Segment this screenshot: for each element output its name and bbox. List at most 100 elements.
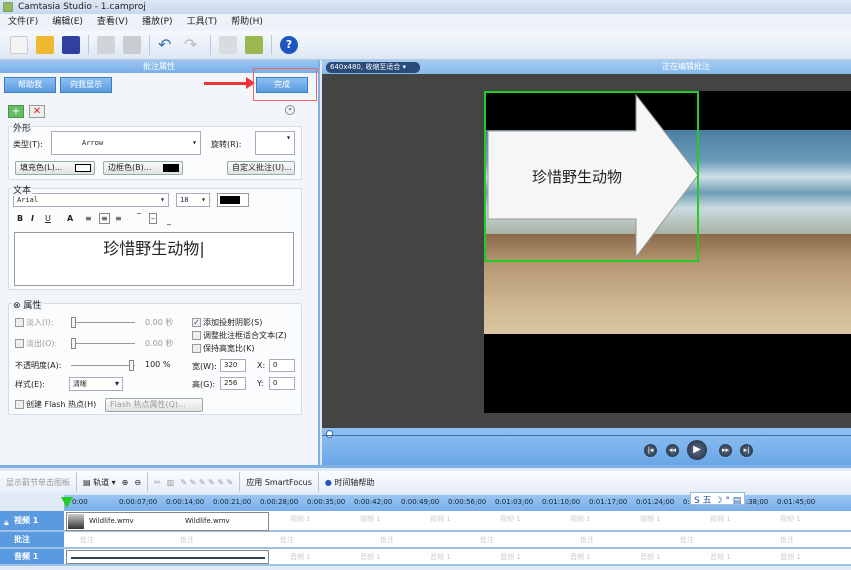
open-folder-icon[interactable] <box>36 36 54 54</box>
font-size-select[interactable]: 18 <box>176 193 210 207</box>
font-select[interactable]: Arial <box>13 193 169 207</box>
collapse-icon[interactable]: » <box>285 105 295 115</box>
custom-callout-button[interactable]: 自定义批注(U)... <box>227 161 295 175</box>
menu-tools[interactable]: 工具(T) <box>187 14 218 31</box>
save-disabled-icon[interactable] <box>123 36 141 54</box>
fade-in-checkbox[interactable] <box>15 318 24 327</box>
clip-name: Wildlife.wmv <box>185 517 230 525</box>
type-select[interactable]: Arrow <box>51 131 201 155</box>
skip-end-icon[interactable]: ▸| <box>740 444 753 457</box>
track-name[interactable]: 音频 1 <box>0 549 64 564</box>
x-input[interactable]: 0 <box>269 359 295 372</box>
audio-clip[interactable] <box>66 550 269 564</box>
zoom-in-icon[interactable]: ⊕ <box>122 478 129 487</box>
align-left-icon[interactable]: ≡ <box>85 214 92 223</box>
help-me-button[interactable]: 帮助我 <box>4 77 56 93</box>
fill-label: 填充色(L)... <box>20 163 63 172</box>
bold-button[interactable]: B <box>17 214 23 223</box>
track-placeholder: 批注 <box>480 536 494 544</box>
properties-label: ⊗ 属性 <box>12 298 43 311</box>
menu-file[interactable]: 文件(F) <box>8 14 38 31</box>
fast-forward-icon[interactable]: ▸▸ <box>719 444 732 457</box>
lock-icon[interactable]: 🔒︎ <box>4 518 9 528</box>
align-center-icon[interactable]: ≡ <box>99 213 110 224</box>
slider-handle[interactable] <box>71 317 76 328</box>
width-input[interactable]: 320 <box>220 359 246 372</box>
delete-callout-icon[interactable]: ✕ <box>29 105 45 118</box>
track-placeholder: 视频 1 <box>360 515 381 523</box>
ime-mode: 五 <box>702 496 712 506</box>
timeline-help-button[interactable]: ● 时间轴帮助 <box>325 477 375 488</box>
edit-tools-icon[interactable]: ✎ ✎ ✎ ✎ ✎ ✎ <box>180 478 233 487</box>
drop-shadow-checkbox[interactable]: ✓ <box>192 318 201 327</box>
cut-icon[interactable]: ✂ <box>154 478 161 487</box>
help-icon[interactable]: ? <box>280 36 298 54</box>
fill-color-button[interactable]: 填充色(L)... <box>15 161 95 175</box>
rewind-icon[interactable]: ◂◂ <box>666 444 679 457</box>
undo-icon[interactable]: ↶ <box>158 36 176 54</box>
fade-out-checkbox[interactable] <box>15 339 24 348</box>
timeline-panel: 显示箭节单击图板 ▤ 轨道 ▾ ⊕ ⊖ ✂ ▥ ✎ ✎ ✎ ✎ ✎ ✎ 应用 Sma… <box>0 465 851 570</box>
callout-text-input[interactable]: 珍惜野生动物| <box>14 232 294 286</box>
font-color-button[interactable]: A <box>67 214 73 223</box>
track-name[interactable]: 视频 1 <box>0 511 64 530</box>
add-callout-icon[interactable]: + <box>8 105 24 118</box>
menu-help[interactable]: 帮助(H) <box>231 14 263 31</box>
play-icon[interactable]: ▶ <box>687 440 707 460</box>
text-color-picker[interactable] <box>217 193 249 207</box>
style-select[interactable]: 清晰 <box>69 377 123 391</box>
menu-edit[interactable]: 编辑(E) <box>52 14 83 31</box>
ruler-tick: 0:00:07;00 <box>119 498 158 506</box>
slider-handle[interactable] <box>71 338 76 349</box>
flash-hotspot-properties-button[interactable]: Flash 热点属性(Q)... <box>105 398 203 412</box>
fade-out-slider[interactable] <box>71 338 135 349</box>
rotate-select[interactable] <box>255 131 295 155</box>
track-placeholder: 音频 1 <box>360 553 381 561</box>
border-color-button[interactable]: 边框色(B)... <box>103 161 183 175</box>
new-file-icon[interactable] <box>10 36 28 54</box>
list-icon[interactable] <box>219 36 237 54</box>
keep-ratio-checkbox[interactable] <box>192 344 201 353</box>
fade-in-slider[interactable] <box>71 317 135 328</box>
menu-play[interactable]: 播放(P) <box>142 14 172 31</box>
y-input[interactable]: 0 <box>269 377 295 390</box>
clip-thumbnail <box>68 514 84 529</box>
scrub-handle[interactable] <box>326 430 333 438</box>
scrub-track <box>322 435 851 436</box>
ime-toolbar[interactable]: S 五 ☽ ° ▤ <box>690 492 746 506</box>
playhead-icon[interactable] <box>61 497 73 508</box>
split-icon[interactable]: ▥ <box>167 478 175 487</box>
show-me-button[interactable]: 向我显示 <box>60 77 112 93</box>
show-storyboard-button[interactable]: 显示箭节单击图板 <box>6 477 70 488</box>
video-clip[interactable]: Wildlife.wmv Wildlife.wmv <box>66 512 269 531</box>
smartfocus-button[interactable]: 应用 SmartFocus <box>246 477 312 488</box>
redo-icon[interactable]: ↷ <box>184 36 202 54</box>
underline-button[interactable]: U <box>45 214 51 223</box>
produce-icon[interactable] <box>245 36 263 54</box>
italic-button[interactable]: I <box>31 214 34 223</box>
tracks-button[interactable]: ▤ 轨道 ▾ <box>83 477 116 488</box>
align-right-icon[interactable]: ≡ <box>115 214 122 223</box>
zoom-out-icon[interactable]: ⊖ <box>134 478 141 487</box>
valign-top-icon[interactable]: ‾ <box>137 212 141 221</box>
done-button[interactable]: 完成 <box>256 77 308 93</box>
opacity-slider[interactable] <box>71 360 135 371</box>
valign-bottom-icon[interactable]: _ <box>167 216 171 225</box>
fit-text-checkbox[interactable] <box>192 331 201 340</box>
tracks-label: 轨道 <box>93 477 110 487</box>
y-label: Y: <box>257 379 264 388</box>
flash-hotspot-checkbox[interactable] <box>15 400 24 409</box>
slider-handle[interactable] <box>129 360 134 371</box>
height-input[interactable]: 256 <box>220 377 246 390</box>
properties-label-text: 属性 <box>23 301 42 311</box>
track-name[interactable]: 批注 <box>0 532 64 547</box>
fade-in-label: 淡入(I): <box>26 318 54 327</box>
zoom-select[interactable]: 640x480, 收缩至适合 ▾ <box>326 62 420 73</box>
divider <box>271 35 272 55</box>
skip-start-icon[interactable]: |◂ <box>644 444 657 457</box>
menu-view[interactable]: 查看(V) <box>97 14 128 31</box>
track-placeholder: 视频 1 <box>290 515 311 523</box>
save-icon[interactable] <box>62 36 80 54</box>
export-icon[interactable] <box>97 36 115 54</box>
valign-middle-icon[interactable]: – <box>149 213 157 224</box>
